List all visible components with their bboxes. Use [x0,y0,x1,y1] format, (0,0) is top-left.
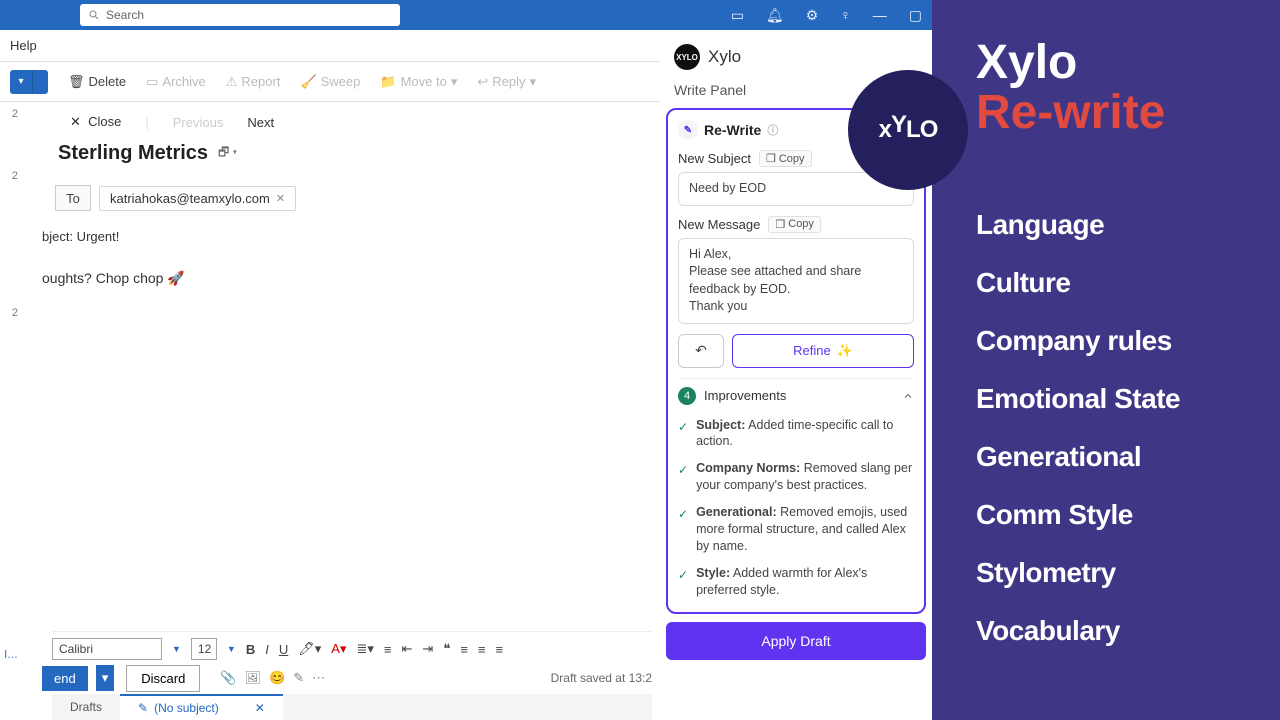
remove-recipient-icon[interactable]: ✕ [276,192,285,205]
send-dropdown[interactable]: ▾ [96,665,115,691]
align-center-button[interactable]: ≡ [478,642,486,657]
bulb-icon[interactable]: ♀ [840,7,851,24]
previous-button[interactable]: Previous [173,115,224,130]
indent-button[interactable]: ⇥ [422,641,433,657]
search-input[interactable]: Search [80,4,400,26]
new-mail-button[interactable]: ▾ [10,70,32,94]
bell-icon[interactable]: 🔔︎ [766,7,784,24]
check-icon: ✓ [678,567,688,599]
new-subject-label: New Subject [678,151,751,166]
next-button[interactable]: Next [247,115,274,130]
note-icon[interactable]: ▭ [731,7,744,24]
promo-title-2: Re-write [976,88,1280,138]
bullets-button[interactable]: ≣▾ [356,641,373,657]
align-left-button[interactable]: ≡ [460,642,468,657]
improvements-count: 4 [678,387,696,405]
apply-draft-button[interactable]: Apply Draft [666,622,926,660]
sweep-button[interactable]: 🧹 Sweep [300,74,360,90]
italic-button[interactable]: I [265,642,269,657]
recipient-chip[interactable]: katriahokas@teamxylo.com ✕ [99,186,296,211]
send-button[interactable]: end [42,666,88,691]
folder-counts: 2 2 2 l… [0,108,22,711]
font-color-button[interactable]: A▾ [331,641,346,657]
pencil-icon: ✎ [678,120,698,140]
font-select[interactable]: Calibri [52,638,162,660]
improvement-item: ✓Company Norms: Removed slang per your c… [678,460,914,494]
promo-feature-list: Language Culture Company rules Emotional… [976,209,1280,647]
xylo-brand: Xylo [708,47,741,67]
copy-subject-button[interactable]: ❐ Copy [759,150,812,167]
highlight-button[interactable]: 🖊▾ [298,641,321,657]
draft-status: Draft saved at 13:2 [551,671,652,685]
email-subject-title: Sterling Metrics [58,142,208,165]
subject-dropdown-icon[interactable]: 🗗 ▾ [218,143,237,164]
xylo-medallion: xYLO [848,70,968,190]
rewrite-title: Re-Write [704,122,761,138]
tab-drafts[interactable]: Drafts [52,694,120,720]
archive-button[interactable]: ▭ Archive [146,74,206,90]
image-icon[interactable]: 🖼 [245,670,262,686]
new-mail-dropdown[interactable] [32,70,48,94]
move-button[interactable]: 📁 Move to ▾ [380,74,457,90]
check-icon: ✓ [678,419,688,451]
signature-icon[interactable]: ✎ [293,670,304,686]
promo-title-1: Xylo [976,38,1280,88]
refine-button[interactable]: Refine ✨ [732,334,914,368]
underline-button[interactable]: U [279,642,288,657]
more-options-icon[interactable]: ⋯ [312,670,325,686]
info-icon[interactable]: ⓘ [767,122,778,138]
align-right-button[interactable]: ≡ [496,642,504,657]
gear-icon[interactable]: ⚙ [806,7,819,24]
new-message-label: New Message [678,217,760,232]
window-titlebar: Search ▭ 🔔︎ ⚙ ♀ — ▢ [0,0,932,30]
improvements-toggle[interactable]: 4 Improvements [678,378,914,413]
recipient-email: katriahokas@teamxylo.com [110,191,270,206]
undo-button[interactable]: ↶ [678,334,724,368]
maximize-icon[interactable]: ▢ [909,7,922,24]
font-size-select[interactable]: 12 [191,638,217,660]
report-button[interactable]: ⚠ Report [226,74,281,90]
promo-sidebar: Xylo Re-write Language Culture Company r… [932,0,1280,720]
search-placeholder: Search [106,8,144,22]
minimize-icon[interactable]: — [873,7,887,24]
to-button[interactable]: To [55,185,91,211]
improvements-label: Improvements [704,388,786,403]
discard-button[interactable]: Discard [126,665,200,692]
outdent-button[interactable]: ⇤ [402,641,413,657]
improvement-item: ✓Style: Added warmth for Alex's preferre… [678,565,914,599]
xylo-logo-icon: XYLO [674,44,700,70]
numbering-button[interactable]: ≡ [384,642,392,657]
tab-nosubject[interactable]: ✎ (No subject) ✕ [120,694,283,720]
improvement-item: ✓Subject: Added time-specific call to ac… [678,417,914,451]
emoji-icon[interactable]: 😊 [269,670,285,686]
format-toolbar: Calibri▼ 12▼ B I U 🖊▾ A▾ ≣▾ ≡ ⇤ ⇥ ❝ ≡ ≡ … [52,631,652,660]
check-icon: ✓ [678,462,688,494]
quote-button[interactable]: ❝ [443,641,450,657]
reply-button[interactable]: ↩ Reply ▾ [477,74,536,90]
close-button[interactable]: ✕ Close [70,114,121,130]
check-icon: ✓ [678,506,688,555]
new-message-value[interactable]: Hi Alex, Please see attached and share f… [678,238,914,324]
delete-button[interactable]: 🗑 Delete [68,74,126,90]
improvement-item: ✓Generational: Removed emojis, used more… [678,504,914,555]
attach-icon[interactable]: 📎 [220,670,236,686]
bold-button[interactable]: B [246,642,255,657]
copy-message-button[interactable]: ❐ Copy [768,216,821,233]
